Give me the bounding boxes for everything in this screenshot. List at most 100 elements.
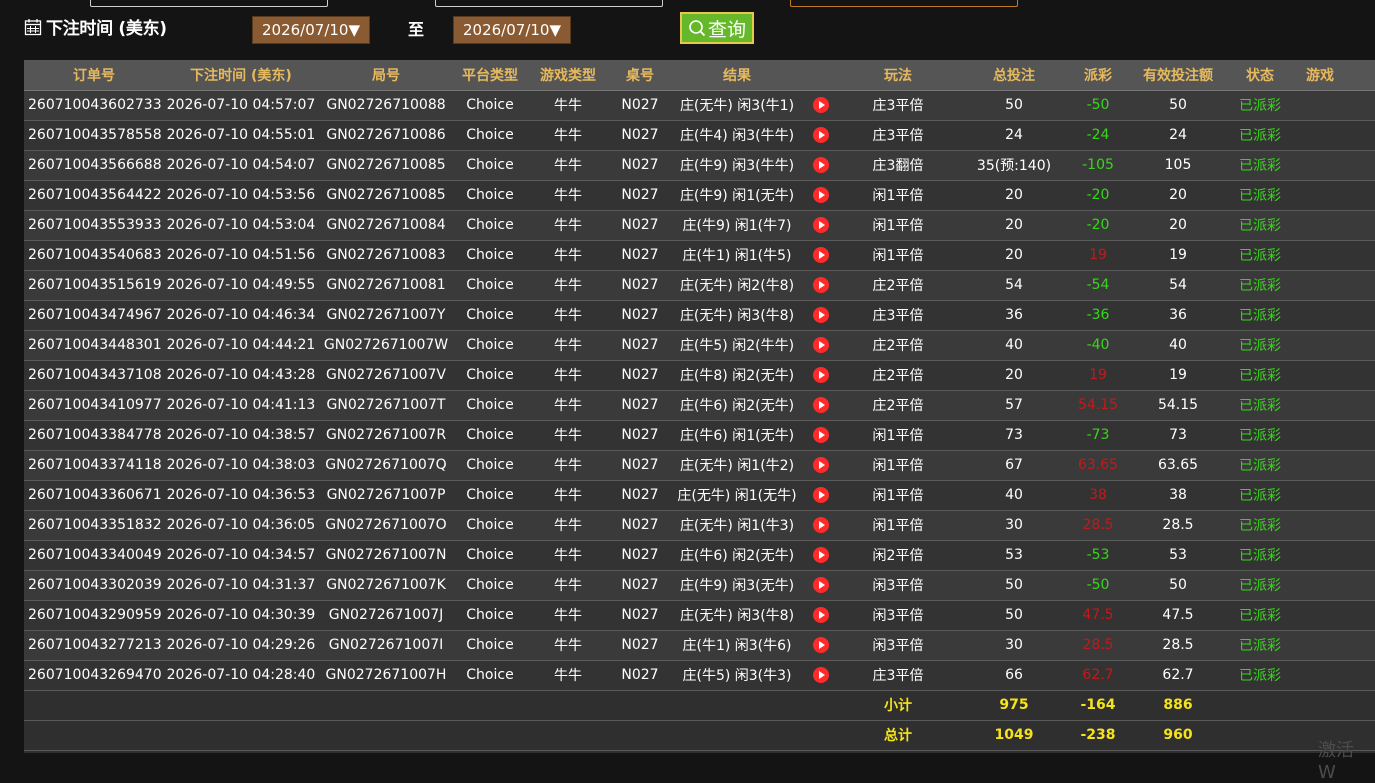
col-header-payout[interactable]: 派彩 xyxy=(1070,60,1126,91)
play-video-icon[interactable] xyxy=(813,397,829,413)
game-type-cell: 牛牛 xyxy=(526,540,610,571)
col-header-game[interactable]: 游戏 xyxy=(1290,60,1375,91)
play-video-icon[interactable] xyxy=(813,217,829,233)
table-row: 260710043277213 2026-07-10 04:29:26 GN0272… xyxy=(24,630,1375,661)
play-video-icon[interactable] xyxy=(813,247,829,263)
col-header-bet[interactable]: 总投注 xyxy=(958,60,1070,91)
query-button[interactable]: 查询 xyxy=(680,12,754,44)
play-video-icon[interactable] xyxy=(813,667,829,683)
table-no-cell: N027 xyxy=(610,420,670,451)
game-type-cell: 牛牛 xyxy=(526,90,610,121)
order-cell[interactable]: 260710043566688 xyxy=(24,150,164,181)
play-video-icon[interactable] xyxy=(813,457,829,473)
play-video-icon[interactable] xyxy=(813,607,829,623)
platform-cell: Choice xyxy=(454,630,526,661)
order-cell[interactable]: 260710043474967 xyxy=(24,300,164,331)
order-cell[interactable]: 260710043437108 xyxy=(24,360,164,391)
valid-bet-cell: 20 xyxy=(1126,180,1230,211)
status-cell: 已派彩 xyxy=(1230,630,1290,661)
bet-cell: 24 xyxy=(958,120,1070,151)
payout-cell: -105 xyxy=(1070,150,1126,181)
play-video-icon[interactable] xyxy=(813,637,829,653)
col-header-valid-bet[interactable]: 有效投注额 xyxy=(1126,60,1230,91)
col-header-time[interactable]: 下注时间 (美东) xyxy=(164,60,318,91)
video-cell xyxy=(804,420,838,451)
payout-cell: 63.65 xyxy=(1070,450,1126,481)
table-no-cell: N027 xyxy=(610,390,670,421)
platform-cell: Choice xyxy=(454,180,526,211)
bet-cell: 20 xyxy=(958,180,1070,211)
platform-cell: Choice xyxy=(454,360,526,391)
calendar-icon xyxy=(24,18,42,36)
play-video-icon[interactable] xyxy=(813,127,829,143)
status-cell: 已派彩 xyxy=(1230,420,1290,451)
order-cell[interactable]: 260710043290959 xyxy=(24,600,164,631)
table-row: 260710043564422 2026-07-10 04:53:56 GN0272… xyxy=(24,180,1375,211)
end-date-select[interactable]: 2026/07/10▼ xyxy=(453,16,571,44)
status-cell: 已派彩 xyxy=(1230,120,1290,151)
order-cell[interactable]: 260710043578558 xyxy=(24,120,164,151)
order-cell[interactable]: 260710043374118 xyxy=(24,450,164,481)
play-video-icon[interactable] xyxy=(813,307,829,323)
top-filter-bar: 下注时间 (美东) 2026/07/10▼ 至 2026/07/10▼ 查询 xyxy=(0,0,1375,60)
order-cell[interactable]: 260710043269470 xyxy=(24,660,164,691)
col-header-round[interactable]: 局号 xyxy=(318,60,454,91)
col-header-play[interactable]: 玩法 xyxy=(838,60,958,91)
order-cell[interactable]: 260710043540683 xyxy=(24,240,164,271)
play-video-icon[interactable] xyxy=(813,97,829,113)
top-input-middle[interactable] xyxy=(435,0,663,7)
result-cell: 庄(无牛) 闲3(牛8) xyxy=(670,300,804,331)
col-header-order[interactable]: 订单号 xyxy=(24,60,164,91)
order-cell[interactable]: 260710043515619 xyxy=(24,270,164,301)
play-video-icon[interactable] xyxy=(813,367,829,383)
col-header-result[interactable]: 结果 xyxy=(670,60,804,91)
bet-time-label: 下注时间 (美东) xyxy=(46,19,167,39)
time-cell: 2026-07-10 04:44:21 xyxy=(164,330,318,361)
order-cell[interactable]: 260710043448301 xyxy=(24,330,164,361)
play-video-icon[interactable] xyxy=(813,427,829,443)
play-video-icon[interactable] xyxy=(813,517,829,533)
order-cell[interactable]: 260710043564422 xyxy=(24,180,164,211)
start-date-select[interactable]: 2026/07/10▼ xyxy=(252,16,370,44)
play-video-icon[interactable] xyxy=(813,187,829,203)
order-cell[interactable]: 260710043360671 xyxy=(24,480,164,511)
order-cell[interactable]: 260710043553933 xyxy=(24,210,164,241)
valid-bet-cell: 105 xyxy=(1126,150,1230,181)
order-cell[interactable]: 260710043410977 xyxy=(24,390,164,421)
payout-cell: -20 xyxy=(1070,210,1126,241)
order-cell[interactable]: 260710043602733 xyxy=(24,90,164,121)
play-video-icon[interactable] xyxy=(813,157,829,173)
col-header-video xyxy=(804,60,838,91)
col-header-game-type[interactable]: 游戏类型 xyxy=(526,60,610,91)
top-input-right[interactable] xyxy=(790,0,1018,7)
payout-cell: 19 xyxy=(1070,360,1126,391)
play-video-icon[interactable] xyxy=(813,277,829,293)
bet-cell: 20 xyxy=(958,210,1070,241)
bet-time-filter-label: 下注时间 (美东) xyxy=(24,14,167,39)
col-header-platform[interactable]: 平台类型 xyxy=(454,60,526,91)
order-cell[interactable]: 260710043340049 xyxy=(24,540,164,571)
bet-cell: 57 xyxy=(958,390,1070,421)
play-video-icon[interactable] xyxy=(813,487,829,503)
payout-cell: 19 xyxy=(1070,240,1126,271)
order-cell[interactable]: 260710043384778 xyxy=(24,420,164,451)
payout-cell: -20 xyxy=(1070,180,1126,211)
order-cell[interactable]: 260710043351832 xyxy=(24,510,164,541)
order-cell[interactable]: 260710043277213 xyxy=(24,630,164,661)
platform-cell: Choice xyxy=(454,540,526,571)
table-no-cell: N027 xyxy=(610,660,670,691)
bet-cell: 53 xyxy=(958,540,1070,571)
platform-cell: Choice xyxy=(454,300,526,331)
video-cell xyxy=(804,180,838,211)
summary-empty-cell xyxy=(24,690,838,721)
subtotal-row-bet: 975 xyxy=(958,690,1070,721)
video-cell xyxy=(804,360,838,391)
play-video-icon[interactable] xyxy=(813,547,829,563)
col-header-status[interactable]: 状态 xyxy=(1230,60,1290,91)
col-header-table[interactable]: 桌号 xyxy=(610,60,670,91)
table-row: 260710043351832 2026-07-10 04:36:05 GN0272… xyxy=(24,510,1375,541)
play-video-icon[interactable] xyxy=(813,577,829,593)
play-video-icon[interactable] xyxy=(813,337,829,353)
order-cell[interactable]: 260710043302039 xyxy=(24,570,164,601)
top-input-left[interactable] xyxy=(90,0,328,7)
